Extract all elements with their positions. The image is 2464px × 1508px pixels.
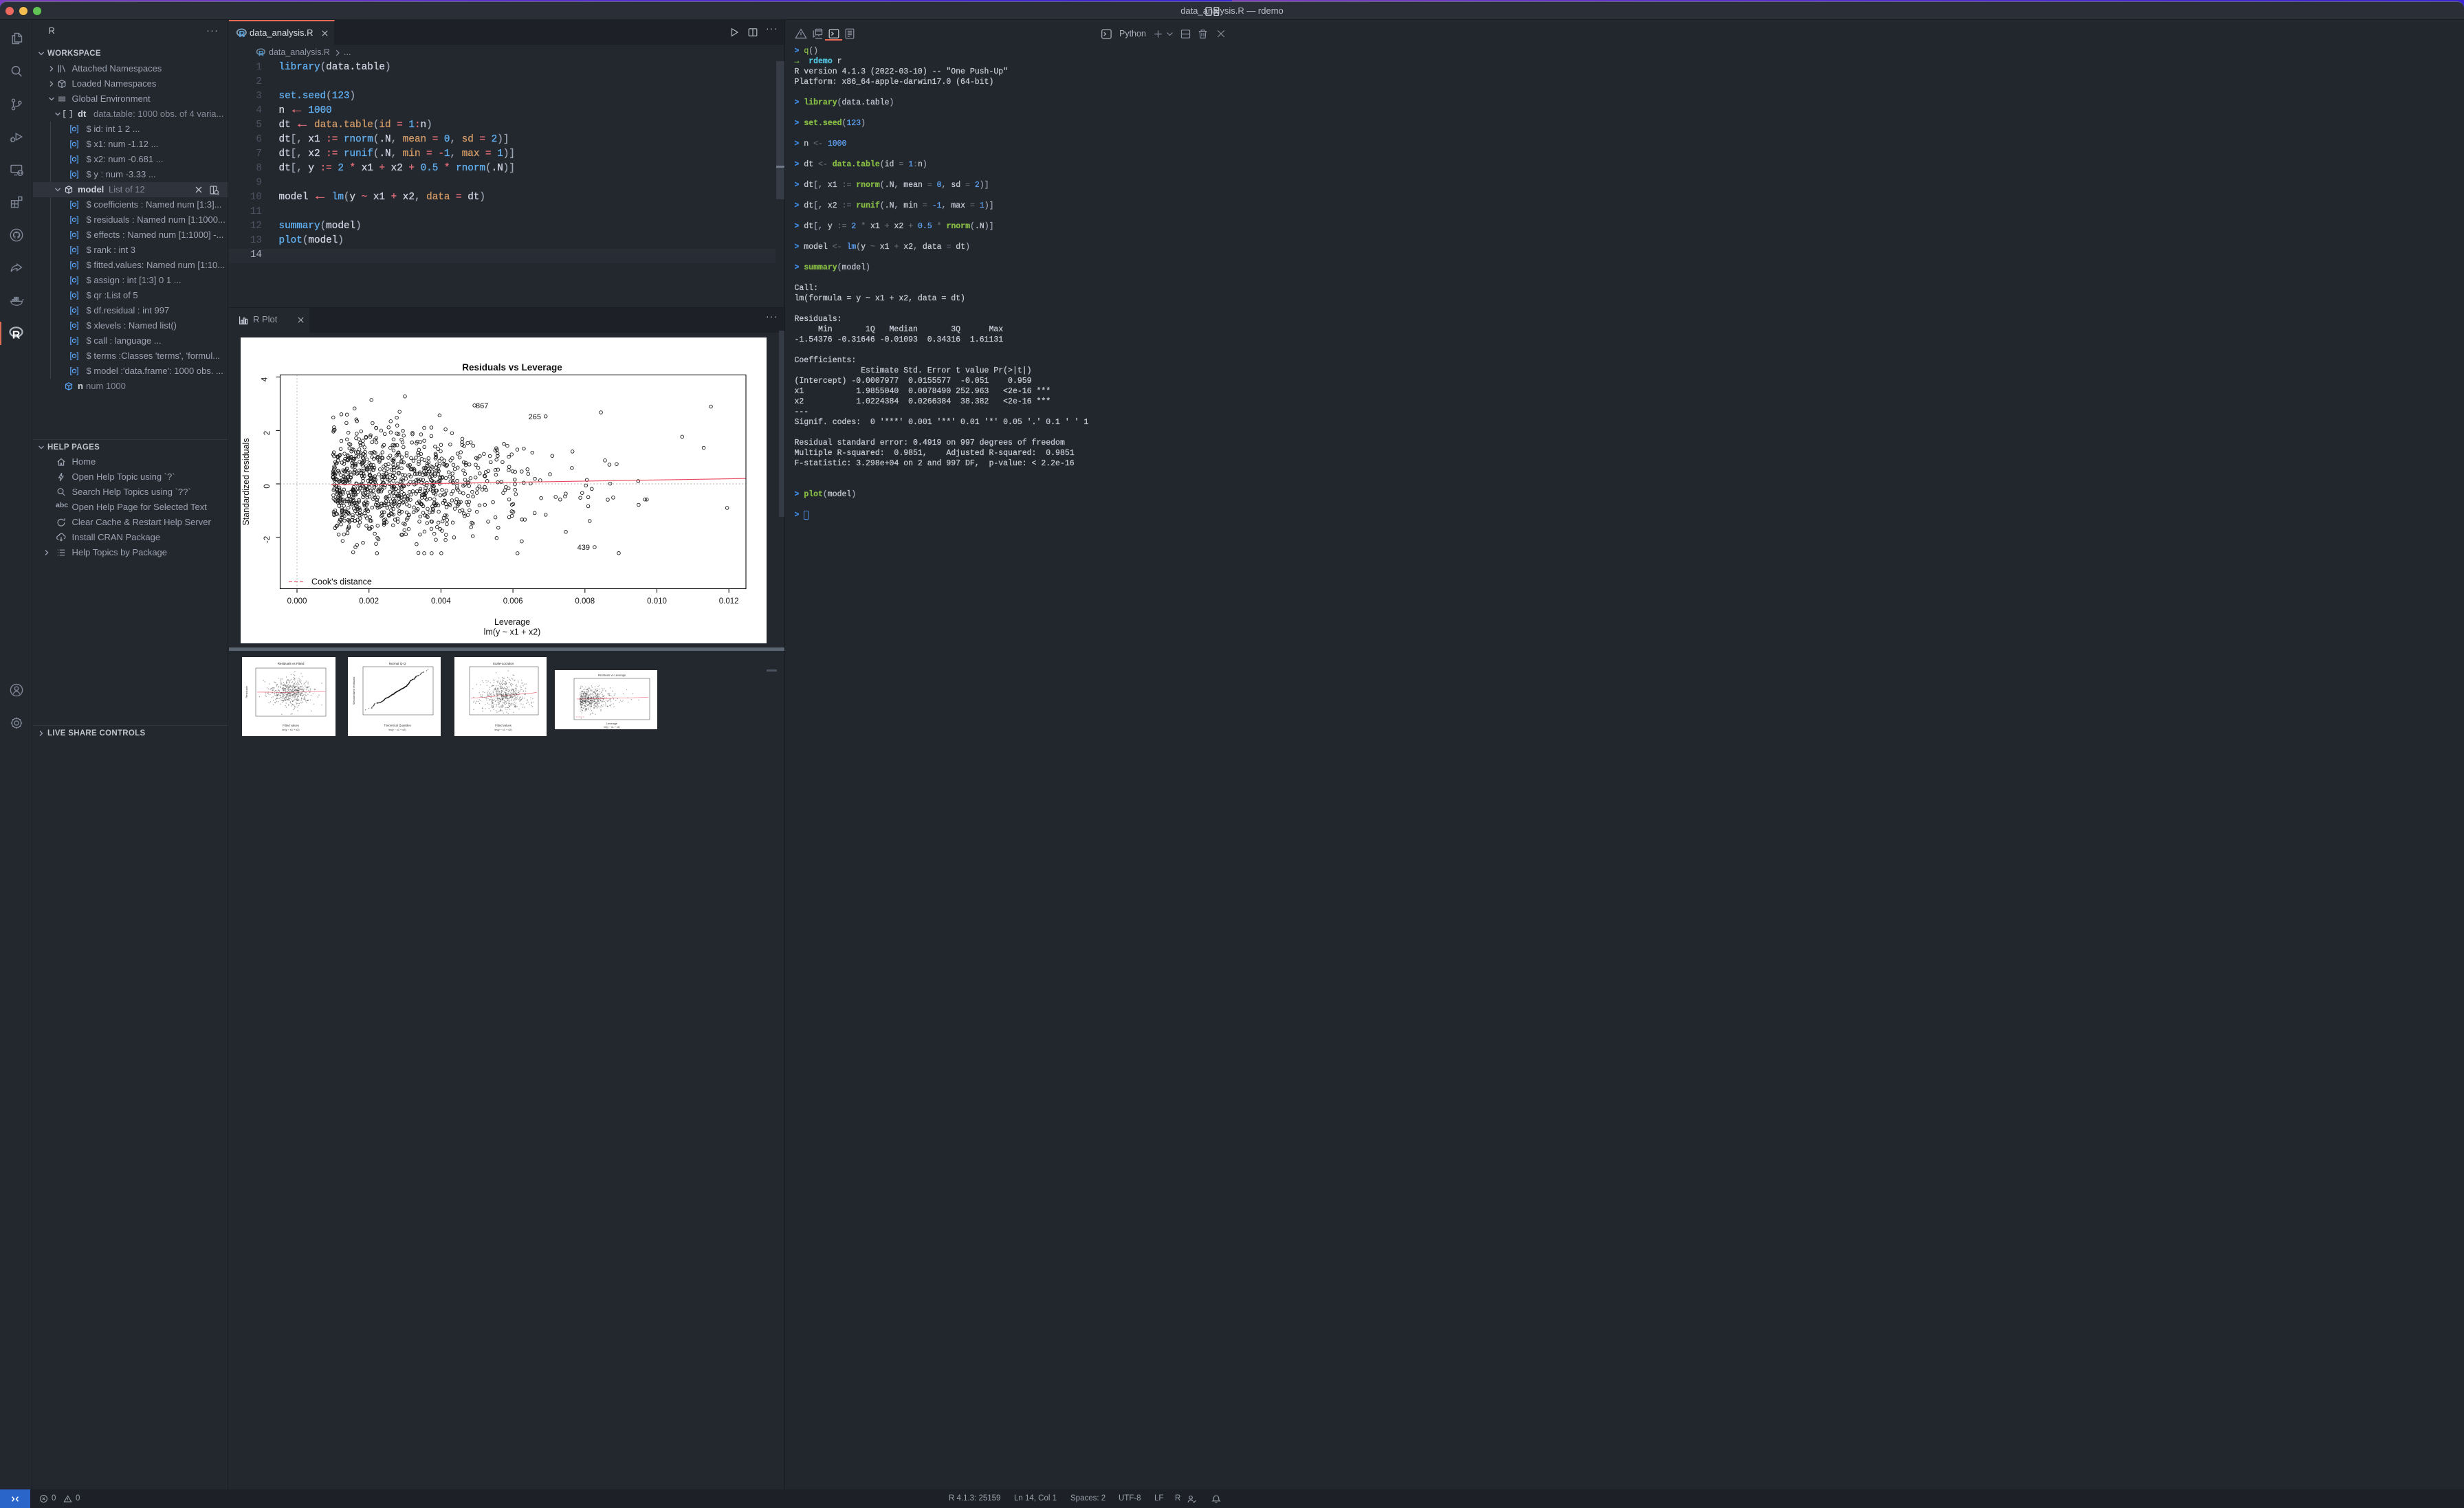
svg-text:4: 4 bbox=[261, 377, 270, 381]
svg-text:0.006: 0.006 bbox=[503, 597, 523, 606]
svg-text:Scale-Location: Scale-Location bbox=[493, 662, 514, 665]
svg-text:Standardized residuals: Standardized residuals bbox=[352, 676, 355, 705]
svg-text:lm(y ~ x1 + x2): lm(y ~ x1 + x2) bbox=[282, 729, 300, 731]
svg-text:0.010: 0.010 bbox=[647, 597, 667, 606]
svg-text:-2: -2 bbox=[263, 536, 272, 543]
svg-text:lm(y ~ x1 + x2): lm(y ~ x1 + x2) bbox=[484, 628, 541, 637]
svg-text:439: 439 bbox=[578, 544, 590, 552]
svg-text:Residuals vs Fitted: Residuals vs Fitted bbox=[278, 662, 305, 665]
svg-text:Leverage: Leverage bbox=[606, 722, 617, 725]
svg-text:R: R bbox=[239, 30, 245, 39]
svg-text:Residuals vs Leverage: Residuals vs Leverage bbox=[462, 362, 562, 373]
svg-text:0: 0 bbox=[263, 484, 272, 488]
svg-text:R: R bbox=[258, 50, 264, 58]
svg-text:0.012: 0.012 bbox=[719, 597, 739, 606]
svg-text:Normal Q-Q: Normal Q-Q bbox=[389, 662, 406, 665]
svg-text:Fitted values: Fitted values bbox=[495, 724, 512, 727]
svg-text:0.002: 0.002 bbox=[359, 597, 379, 606]
svg-text:R: R bbox=[12, 329, 21, 341]
svg-text:Standardized residuals: Standardized residuals bbox=[241, 438, 251, 525]
svg-text:Cook's distance: Cook's distance bbox=[311, 577, 372, 587]
svg-text:Theoretical Quantiles: Theoretical Quantiles bbox=[384, 724, 411, 727]
svg-text:867: 867 bbox=[476, 402, 488, 410]
svg-text:265: 265 bbox=[529, 413, 541, 421]
svg-text:Fitted values: Fitted values bbox=[283, 724, 299, 727]
svg-text:Residuals vs Leverage: Residuals vs Leverage bbox=[598, 674, 626, 677]
svg-text:lm(y ~ x1 + x2): lm(y ~ x1 + x2) bbox=[388, 729, 406, 731]
svg-text:0.008: 0.008 bbox=[575, 597, 595, 606]
svg-text:lm(y ~ x1 + x2): lm(y ~ x1 + x2) bbox=[494, 729, 512, 731]
svg-text:2: 2 bbox=[263, 431, 272, 435]
svg-text:0.000: 0.000 bbox=[287, 597, 307, 606]
svg-text:0.004: 0.004 bbox=[431, 597, 451, 606]
svg-text:lm(y ~ x1 + x2): lm(y ~ x1 + x2) bbox=[604, 726, 619, 729]
svg-text:Leverage: Leverage bbox=[494, 617, 530, 627]
svg-text:Residuals: Residuals bbox=[245, 686, 248, 698]
